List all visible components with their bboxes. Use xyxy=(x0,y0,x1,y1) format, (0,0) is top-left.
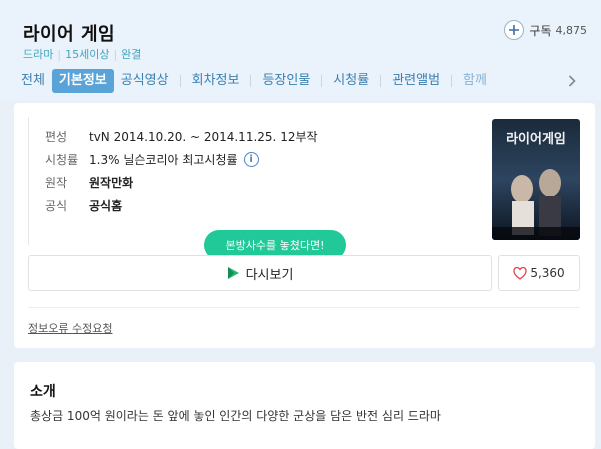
rating-row: 시청률 1.3% 닐슨코리아 최고시청률 i xyxy=(45,151,259,168)
tab-episode-info[interactable]: 회차정보 xyxy=(185,69,247,93)
tab-divider xyxy=(380,75,382,87)
program-meta: 드라마 | 15세이상 | 완결 xyxy=(23,46,141,62)
subscribe-button[interactable]: 구독 4,875 xyxy=(504,20,587,40)
replay-button[interactable]: 다시보기 xyxy=(28,255,492,291)
channel: tvN xyxy=(89,129,110,144)
rating-value: 1.3% xyxy=(89,152,120,167)
heart-icon xyxy=(513,266,527,280)
tab-ratings[interactable]: 시청률 xyxy=(326,69,376,93)
basic-info-card: 편성 tvN 2014.10.20. ~ 2014.11.25. 12부작 시청… xyxy=(14,103,595,348)
original-value[interactable]: 원작만화 xyxy=(89,174,133,191)
tab-cast[interactable]: 등장인물 xyxy=(255,69,317,93)
play-icon xyxy=(227,267,239,279)
tab-divider xyxy=(321,75,323,87)
official-row: 공식 공식홈 xyxy=(45,197,122,214)
tab-related-album[interactable]: 관련앨범 xyxy=(385,69,447,93)
genre: 드라마 xyxy=(23,48,54,61)
chevron-right-icon[interactable] xyxy=(561,68,581,94)
status: 완결 xyxy=(121,48,142,61)
poster-title: 라이어게임 xyxy=(506,131,566,147)
broadcast-period: 2014.10.20. ~ 2014.11.25. xyxy=(113,129,277,144)
tab-bar: 전체 기본정보 공식영상 회차정보 등장인물 시청률 관련앨범 함께 xyxy=(14,68,581,94)
like-button[interactable]: 5,360 xyxy=(498,255,580,291)
tab-all[interactable]: 전체 xyxy=(14,69,52,93)
program-title: 라이어 게임 xyxy=(23,24,116,45)
broadcast-label: 편성 xyxy=(45,130,68,144)
tab-basic-info[interactable]: 기본정보 xyxy=(51,69,114,93)
tab-official-video[interactable]: 공식영상 xyxy=(114,69,176,93)
episode-count: 12부작 xyxy=(280,130,318,144)
tab-divider xyxy=(179,75,181,87)
subscribe-label: 구독 xyxy=(529,23,552,38)
official-label: 공식 xyxy=(45,199,68,213)
tab-together[interactable]: 함께 xyxy=(456,69,494,93)
original-label: 원작 xyxy=(45,176,68,190)
like-count: 5,360 xyxy=(530,266,565,280)
tab-divider xyxy=(451,75,453,87)
age-rating: 15세이상 xyxy=(65,48,110,61)
official-homepage-link[interactable]: 공식홈 xyxy=(89,197,122,214)
subscribe-count: 4,875 xyxy=(555,23,588,37)
about-description: 총상금 100억 원이라는 돈 앞에 놓인 인간의 다양한 군상을 담은 반전 … xyxy=(30,409,441,423)
original-row: 원작 원작만화 xyxy=(45,174,133,191)
meta-separator: | xyxy=(113,48,118,61)
header: 라이어 게임 드라마 | 15세이상 | 완결 구독 4,875 전체 기본정보 공식영… xyxy=(0,0,601,100)
broadcast-row: 편성 tvN 2014.10.20. ~ 2014.11.25. 12부작 xyxy=(45,128,318,145)
rating-label: 시청률 xyxy=(45,153,79,167)
about-card: 소개 총상금 100억 원이라는 돈 앞에 놓인 인간의 다양한 군상을 담은 … xyxy=(14,362,595,449)
info-table: 편성 tvN 2014.10.20. ~ 2014.11.25. 12부작 시청… xyxy=(28,117,564,245)
about-title: 소개 xyxy=(30,384,56,400)
report-error-link[interactable]: 정보오류 수정요청 xyxy=(28,320,112,336)
divider xyxy=(28,307,580,308)
replay-label: 다시보기 xyxy=(245,267,294,283)
tab-divider xyxy=(250,75,252,87)
meta-separator: | xyxy=(57,48,62,61)
rating-source: 닐슨코리아 최고시청률 xyxy=(123,153,238,167)
info-icon[interactable]: i xyxy=(243,152,259,167)
poster-image[interactable]: 라이어게임 xyxy=(492,119,580,240)
plus-icon xyxy=(504,20,525,40)
